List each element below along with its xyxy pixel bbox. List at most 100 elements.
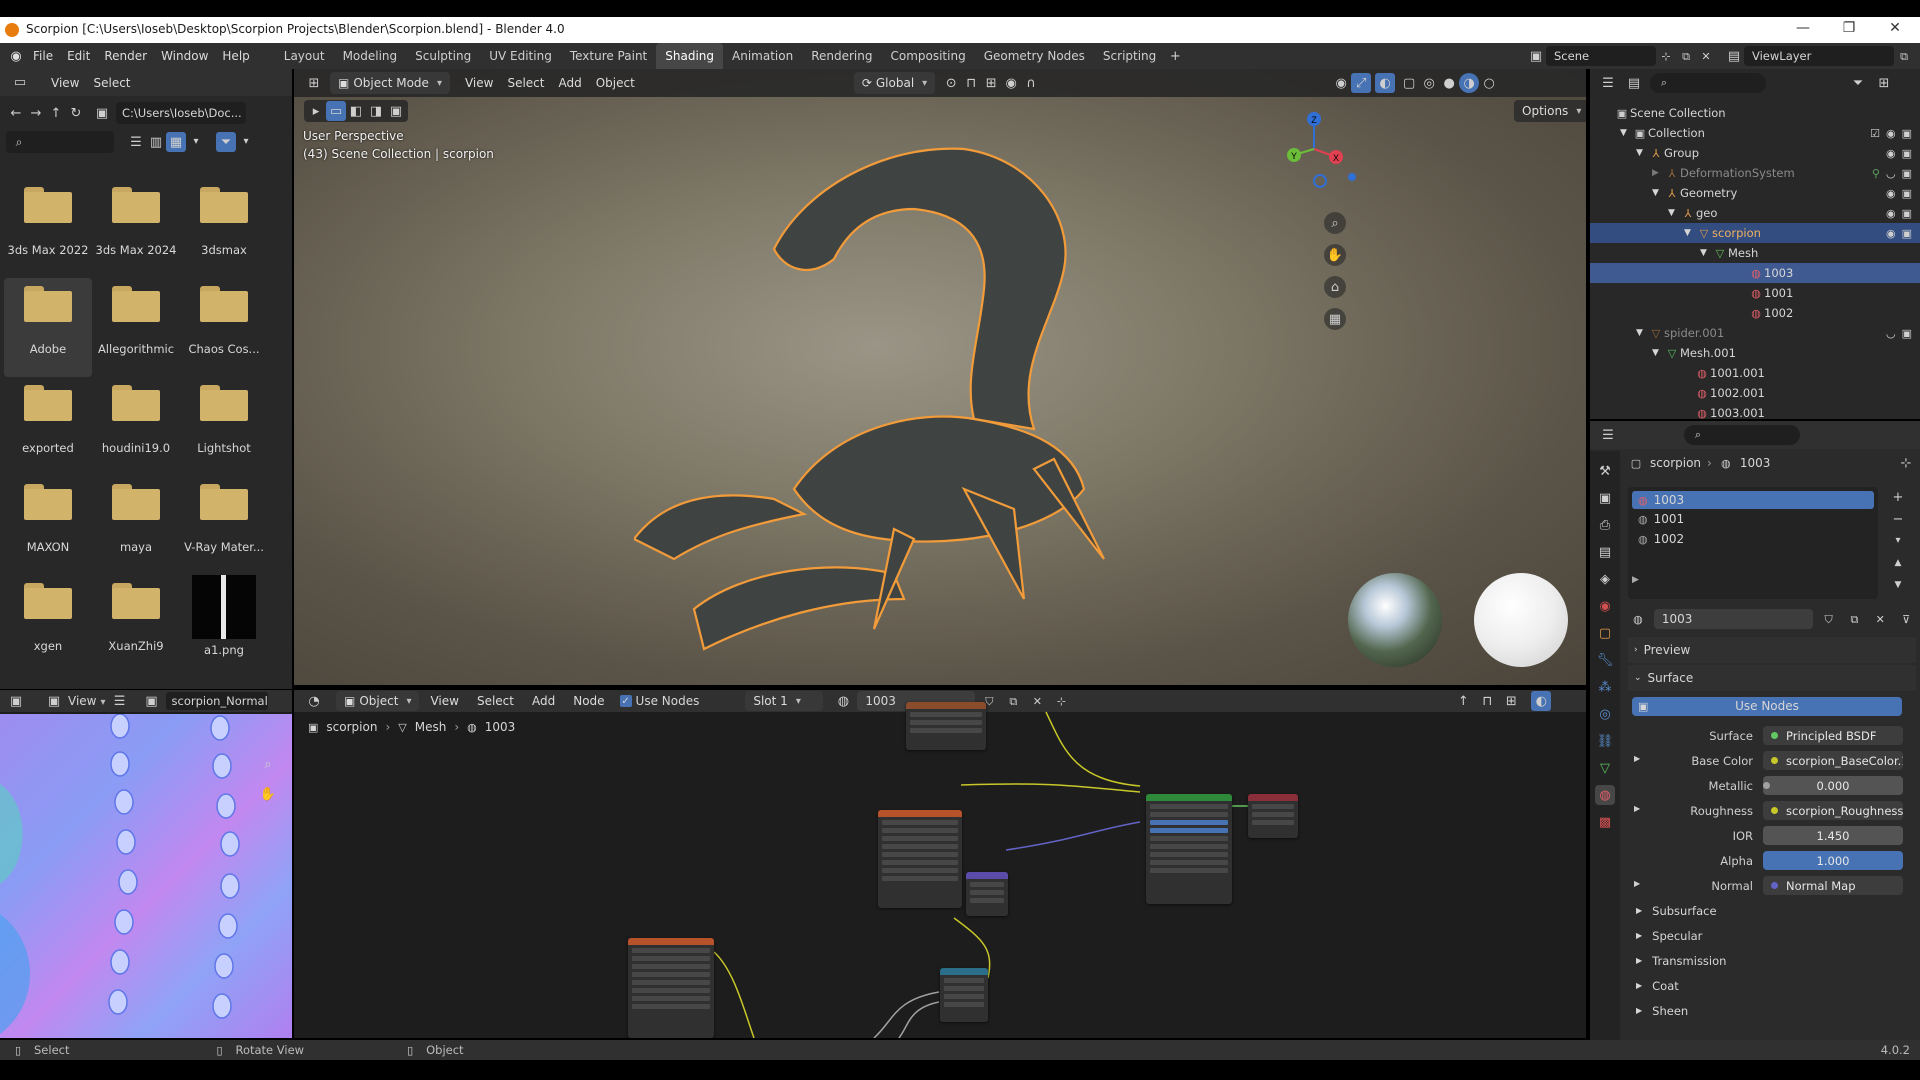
tree-row-material-1003-001[interactable]: ◍ 1003.001: [1590, 403, 1920, 423]
prop-alpha-value[interactable]: 1.000: [1763, 851, 1903, 870]
prop-ior-value[interactable]: 1.450: [1763, 826, 1903, 845]
render-icon[interactable]: ▣: [1902, 207, 1912, 220]
folder-item[interactable]: Lightshot: [180, 377, 268, 476]
menu-file[interactable]: File: [26, 49, 60, 63]
fb-menu-view[interactable]: View: [44, 76, 86, 90]
shader-node-editor[interactable]: ◔ ▣Object View Select Add Node ✓Use Node…: [294, 690, 1586, 1038]
modifier-tab-icon[interactable]: 🔧︎: [1595, 650, 1615, 670]
tool-tab-icon[interactable]: ⚒: [1595, 461, 1615, 481]
menu-edit[interactable]: Edit: [60, 49, 97, 63]
tree-row-material-1002[interactable]: ◍ 1002: [1590, 303, 1920, 323]
delete-view-layer-icon[interactable]: ✕: [1914, 46, 1920, 66]
eye-icon[interactable]: ◉: [1886, 207, 1896, 220]
display-mode-icon[interactable]: ▤: [1624, 73, 1644, 93]
tab-compositing[interactable]: Compositing: [881, 43, 974, 69]
view-dropdown[interactable]: View: [68, 694, 106, 708]
folder-item[interactable]: Allegorithmic: [92, 278, 180, 377]
expand-arrow-icon[interactable]: ▶: [1634, 754, 1640, 763]
object-tab-icon[interactable]: ▢: [1595, 623, 1615, 643]
select-tool-icon[interactable]: ▸: [306, 101, 326, 121]
visibility-icon[interactable]: ◉: [1331, 73, 1351, 93]
gizmo-neg-z-axis[interactable]: [1313, 174, 1327, 188]
tree-row-scene-collection[interactable]: ▣ Scene Collection: [1590, 103, 1920, 123]
gizmo-icon[interactable]: ⤢: [1351, 73, 1372, 93]
folder-item[interactable]: XuanZhi9: [92, 575, 180, 674]
normal-map-node[interactable]: [966, 872, 1008, 916]
ortho-grid-icon[interactable]: ▦: [1324, 308, 1346, 330]
vp-menu-add[interactable]: Add: [551, 76, 588, 90]
menu-window[interactable]: Window: [154, 49, 215, 63]
select-new-icon[interactable]: ▭: [326, 101, 346, 121]
select-subtract-icon[interactable]: ◨: [366, 101, 386, 121]
material-slot-1002[interactable]: ◍ 1002: [1632, 529, 1874, 549]
hidden-eye-icon[interactable]: ◡: [1886, 327, 1896, 340]
tab-modeling[interactable]: Modeling: [334, 43, 407, 69]
scene-icon[interactable]: ▣: [1526, 46, 1546, 66]
move-up-icon[interactable]: ▲: [1888, 553, 1908, 573]
render-tab-icon[interactable]: ▣: [1595, 488, 1615, 508]
material-name-field[interactable]: 1003: [1653, 609, 1813, 629]
material-slot-1003[interactable]: ◍ 1003: [1632, 491, 1874, 509]
snap-icon[interactable]: ⊓: [961, 73, 981, 93]
prop-base-color-value[interactable]: scorpion_BaseColor.1...: [1763, 751, 1903, 770]
pin-icon[interactable]: ⊹: [1656, 46, 1676, 66]
vp-menu-select[interactable]: Select: [500, 76, 551, 90]
output-tab-icon[interactable]: ⎙: [1595, 515, 1615, 535]
folder-item[interactable]: 3ds Max 2024: [92, 179, 180, 278]
folder-item[interactable]: Chaos Cos...: [180, 278, 268, 377]
scene-tab-icon[interactable]: ◈: [1595, 569, 1615, 589]
particles-tab-icon[interactable]: ⁂: [1595, 677, 1615, 697]
folder-item[interactable]: 3dsmax: [180, 179, 268, 278]
tree-row-collection[interactable]: ▼ ▣ Collection ☑ ◉ ▣: [1590, 123, 1920, 143]
expand-arrow-icon[interactable]: ▼: [1636, 148, 1648, 158]
tree-row-mesh[interactable]: ▼ ▽ Mesh: [1590, 243, 1920, 263]
select-extend-icon[interactable]: ◧: [346, 101, 366, 121]
tab-layout[interactable]: Layout: [275, 43, 334, 69]
render-icon[interactable]: ▣: [1902, 127, 1912, 140]
expand-arrow-icon[interactable]: ▼: [1636, 328, 1648, 338]
eye-icon[interactable]: ◉: [1886, 227, 1896, 240]
roughness-texture-node[interactable]: [878, 810, 962, 908]
texture-tab-icon[interactable]: ▩: [1595, 812, 1615, 832]
expand-arrow-icon[interactable]: ▼: [1668, 208, 1680, 218]
thumbnail-view-icon[interactable]: ▦: [166, 132, 186, 152]
duplicate-material-icon[interactable]: ⧉: [1845, 609, 1865, 629]
material-output-node[interactable]: [1248, 794, 1298, 838]
maximize-button[interactable]: ❐: [1826, 20, 1872, 40]
parent-dir-icon[interactable]: ↑: [46, 103, 66, 123]
tab-animation[interactable]: Animation: [723, 43, 802, 69]
tree-row-scorpion[interactable]: ▼ ▽ scorpion ◉ ▣: [1590, 223, 1920, 243]
material-slot-1001[interactable]: ◍ 1001: [1632, 509, 1874, 529]
folder-item[interactable]: maya: [92, 476, 180, 575]
filter-icon[interactable]: ⏷: [216, 132, 236, 152]
tree-row-material-1003[interactable]: ◍ 1003: [1590, 263, 1920, 283]
close-button[interactable]: ✕: [1872, 20, 1918, 40]
add-workspace-button[interactable]: +: [1165, 46, 1185, 66]
subpanel-subsurface[interactable]: ▶ Subsurface: [1628, 898, 1916, 923]
proportional-edit-icon[interactable]: ◉: [1001, 73, 1021, 93]
slot-specials-icon[interactable]: ▾: [1888, 531, 1908, 551]
rendered-shading-icon[interactable]: ○: [1479, 73, 1499, 93]
constraints-tab-icon[interactable]: ⛓: [1595, 731, 1615, 751]
tree-row-geo[interactable]: ▼ ⅄ geo ◉ ▣: [1590, 203, 1920, 223]
delete-scene-icon[interactable]: ✕: [1696, 46, 1716, 66]
expand-arrow-icon[interactable]: ▶: [1652, 168, 1664, 178]
blender-menu-icon[interactable]: ◉: [6, 46, 26, 66]
tab-uv-editing[interactable]: UV Editing: [480, 43, 561, 69]
hidden-eye-icon[interactable]: ◡: [1886, 167, 1896, 180]
view-layer-tab-icon[interactable]: ▤: [1595, 542, 1615, 562]
falloff-icon[interactable]: ∩: [1021, 73, 1041, 93]
menu-render[interactable]: Render: [97, 49, 154, 63]
add-slot-icon[interactable]: +: [1888, 487, 1908, 507]
camera-icon[interactable]: ⌂: [1324, 276, 1346, 298]
expand-arrow-icon[interactable]: ▼: [1700, 248, 1712, 258]
tab-scripting[interactable]: Scripting: [1094, 43, 1165, 69]
move-down-icon[interactable]: ▼: [1888, 575, 1908, 595]
image-browse-icon[interactable]: ▣: [142, 691, 162, 711]
editor-type-icon[interactable]: ⊞: [304, 73, 324, 93]
tab-sculpting[interactable]: Sculpting: [406, 43, 480, 69]
scene-selector[interactable]: Scene: [1546, 46, 1656, 66]
expand-arrow-icon[interactable]: ▼: [1652, 188, 1664, 198]
display-options-dropdown[interactable]: ▾: [186, 132, 206, 152]
expand-arrow-icon[interactable]: ▶: [1634, 879, 1640, 888]
